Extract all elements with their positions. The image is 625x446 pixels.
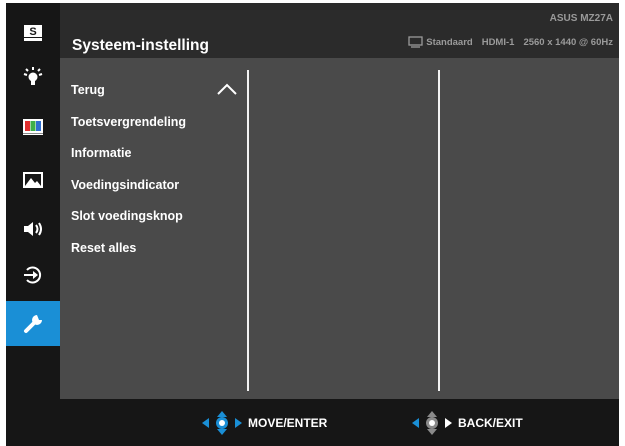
status-input: HDMI-1 xyxy=(481,36,515,48)
header: Systeem-instelling ASUS MZ27A Standaard … xyxy=(60,3,619,58)
page-title: Systeem-instelling xyxy=(72,37,209,54)
speaker-icon xyxy=(24,222,42,236)
sidebar-item-input-select[interactable] xyxy=(6,253,60,297)
back-exit-label: BACK/EXIT xyxy=(458,416,523,430)
menu-item-information[interactable]: Informatie xyxy=(71,145,186,177)
sidebar-item-blue-light-filter[interactable] xyxy=(6,55,60,99)
move-enter-hint: MOVE/ENTER xyxy=(202,411,327,435)
osd-menu: S Systeem-instelling ASUS MZ27A Standaar… xyxy=(0,0,625,446)
model-name: ASUS MZ27A xyxy=(549,13,613,24)
menu-panel: Terug Toetsvergrendeling Informatie Voed… xyxy=(60,58,619,399)
color-bars-icon xyxy=(23,119,43,135)
menu-item-back[interactable]: Terug xyxy=(71,82,186,114)
splendid-icon: S xyxy=(24,25,42,41)
status-resolution: 2560 x 1440 @ 60Hz xyxy=(523,36,613,48)
joystick-back-icon xyxy=(412,411,452,435)
sidebar-item-system-setup[interactable] xyxy=(6,301,60,346)
chevron-up-icon[interactable] xyxy=(216,82,238,96)
back-exit-hint: BACK/EXIT xyxy=(412,411,523,435)
menu-item-power-indicator[interactable]: Voedingsindicator xyxy=(71,177,186,209)
column-divider xyxy=(247,70,249,391)
wrench-icon xyxy=(24,314,43,333)
move-enter-label: MOVE/ENTER xyxy=(248,416,328,430)
sidebar-item-splendid[interactable]: S xyxy=(6,11,60,55)
menu-item-power-key-lock[interactable]: Slot voedingsknop xyxy=(71,208,186,240)
sidebar-item-image[interactable] xyxy=(6,158,60,202)
menu-list: Terug Toetsvergrendeling Informatie Voed… xyxy=(71,82,186,272)
sidebar: S xyxy=(6,3,60,399)
status-bar: Standaard HDMI-1 2560 x 1440 @ 60Hz xyxy=(408,36,613,48)
menu-item-key-lock[interactable]: Toetsvergrendeling xyxy=(71,114,186,146)
input-select-icon xyxy=(24,266,42,284)
menu-item-reset-all[interactable]: Reset alles xyxy=(71,240,186,272)
status-mode: Standaard xyxy=(426,36,473,48)
sidebar-item-sound[interactable] xyxy=(6,207,60,251)
image-icon xyxy=(23,172,43,188)
blue-light-filter-icon xyxy=(23,67,43,85)
joystick-move-icon xyxy=(202,411,242,435)
splendid-icon-label: S xyxy=(29,26,36,38)
monitor-icon xyxy=(408,36,423,48)
sidebar-item-color[interactable] xyxy=(6,105,60,149)
footer: MOVE/ENTER BACK/EXIT xyxy=(6,399,619,446)
column-divider xyxy=(438,70,440,391)
